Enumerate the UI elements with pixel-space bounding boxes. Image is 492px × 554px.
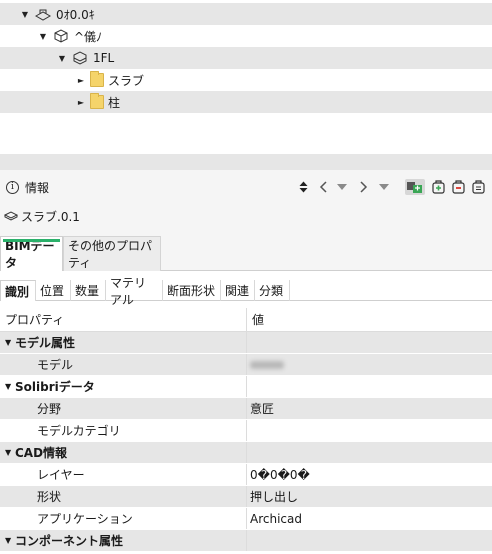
collapse-down-icon[interactable]: ▼ [5, 448, 15, 457]
previous-arrow-icon[interactable] [316, 170, 330, 204]
subtab-classification[interactable]: 分類 [255, 280, 290, 301]
main-tab-bar: BIMデータ その他のプロパティ [0, 228, 492, 271]
subtab-profile[interactable]: 断面形状 [163, 280, 221, 301]
table-header: プロパティ 値 [0, 308, 492, 332]
folder-icon [90, 93, 104, 109]
property-name: 分野 [37, 402, 62, 416]
tree-node-floor[interactable]: ▼ 1FL [0, 47, 492, 69]
property-row[interactable]: レイヤー 0�0�0� [0, 464, 492, 486]
collapse-down-icon[interactable]: ▼ [5, 338, 15, 347]
sort-updown-icon[interactable] [296, 170, 310, 204]
property-table: プロパティ 値 ▼ モデル属性 モデル ▼ Solibriデータ 分野 意匠 モデル… [0, 308, 492, 552]
expand-right-icon[interactable]: ► [76, 76, 86, 85]
group-row-solibri-data[interactable]: ▼ Solibriデータ [0, 376, 492, 398]
tab-bim-data[interactable]: BIMデータ [0, 236, 63, 271]
group-row-cad-info[interactable]: ▼ CAD情報 [0, 442, 492, 464]
tree-node-site[interactable]: ▼ 0ｵ0.0ｷ [0, 3, 492, 25]
subtab-label: 数量 [75, 284, 100, 298]
tree-node-building[interactable]: ▼ ^儀ﾉ [0, 25, 492, 47]
component-filter-icon[interactable] [405, 179, 425, 195]
tree-node-label: 0ｵ0.0ｷ [56, 7, 95, 22]
subtab-label: 識別 [5, 284, 30, 299]
property-value: 0�0�0� [250, 467, 310, 482]
building-icon [52, 29, 70, 43]
property-name: アプリケーション [37, 512, 133, 526]
subtab-relations[interactable]: 関連 [221, 280, 255, 301]
subtab-quantity[interactable]: 数量 [71, 280, 106, 301]
slab-icon [3, 209, 19, 224]
info-panel-header: i 情報 [0, 170, 492, 204]
site-icon [34, 7, 52, 21]
add-item-icon[interactable] [431, 179, 447, 195]
property-value: 押し出し [250, 490, 299, 504]
group-label: コンポーネント属性 [15, 534, 124, 548]
property-row[interactable]: 形状 押し出し [0, 486, 492, 508]
tree-node-label: 柱 [108, 95, 121, 110]
expand-right-icon[interactable]: ► [76, 98, 86, 107]
property-name: 形状 [37, 490, 62, 504]
expand-down-icon[interactable]: ▼ [57, 54, 67, 63]
tree-node-slab[interactable]: ► スラブ [0, 69, 492, 91]
floor-icon [71, 51, 89, 65]
tree-bottom-strip [0, 154, 492, 170]
subtab-label: マテリアル [110, 275, 147, 307]
tree-node-label: スラブ [108, 73, 145, 88]
folder-icon [90, 71, 104, 87]
tree-node-label: ^儀ﾉ [74, 29, 103, 44]
property-name: モデルカテゴリ [37, 424, 121, 438]
header-label: 値 [252, 313, 265, 327]
tab-other-properties[interactable]: その他のプロパティ [63, 236, 161, 271]
subtab-label: 関連 [225, 284, 250, 298]
subtab-location[interactable]: 位置 [36, 280, 71, 301]
selected-object-row: スラブ.0.1 [0, 204, 492, 228]
subtab-label: 分類 [259, 284, 284, 298]
subtab-identification[interactable]: 識別 [0, 280, 36, 301]
expand-down-icon[interactable]: ▼ [20, 10, 30, 19]
group-row-model-attributes[interactable]: ▼ モデル属性 [0, 332, 492, 354]
column-header-value[interactable]: 値 [246, 308, 492, 331]
column-header-property[interactable]: プロパティ [0, 308, 246, 331]
subtab-label: 位置 [40, 284, 65, 298]
subtab-label: 断面形状 [167, 284, 216, 298]
expand-down-icon[interactable]: ▼ [38, 32, 48, 41]
remove-item-icon[interactable] [451, 179, 467, 195]
selected-object-name: スラブ.0.1 [21, 209, 80, 224]
property-value: 意匠 [250, 402, 275, 416]
group-label: CAD情報 [15, 446, 68, 460]
property-name: レイヤー [37, 468, 85, 482]
redacted-value [250, 360, 284, 369]
group-label: モデル属性 [15, 336, 76, 350]
model-tree: ▼ 0ｵ0.0ｷ ▼ ^儀ﾉ ▼ 1FL ► スラブ ► 柱 [0, 0, 492, 154]
next-arrow-icon[interactable] [356, 170, 370, 204]
collapse-down-icon[interactable]: ▼ [5, 536, 15, 545]
property-name: モデル [37, 358, 74, 372]
property-value: Archicad [250, 511, 302, 526]
info-icon: i [6, 180, 19, 194]
panel-title: 情報 [25, 180, 50, 195]
tree-node-column[interactable]: ► 柱 [0, 91, 492, 113]
list-box-icon[interactable] [471, 179, 487, 195]
tab-label: その他のプロパティ [68, 239, 153, 270]
next-dropdown-icon[interactable] [376, 170, 392, 204]
property-row[interactable]: アプリケーション Archicad [0, 508, 492, 530]
property-row[interactable]: 分野 意匠 [0, 398, 492, 420]
group-label: Solibriデータ [15, 380, 95, 394]
collapse-down-icon[interactable]: ▼ [5, 382, 15, 391]
previous-dropdown-icon[interactable] [334, 170, 350, 204]
tab-label: BIMデータ [5, 239, 55, 270]
group-row-component-attributes[interactable]: ▼ コンポーネント属性 [0, 530, 492, 552]
property-row[interactable]: モデルカテゴリ [0, 420, 492, 442]
sub-tab-bar: 識別 位置 数量 マテリアル 断面形状 関連 分類 [0, 276, 492, 307]
header-label: プロパティ [5, 313, 65, 327]
subtab-material[interactable]: マテリアル [106, 276, 163, 307]
property-row[interactable]: モデル [0, 354, 492, 376]
tree-node-label: 1FL [93, 51, 115, 65]
